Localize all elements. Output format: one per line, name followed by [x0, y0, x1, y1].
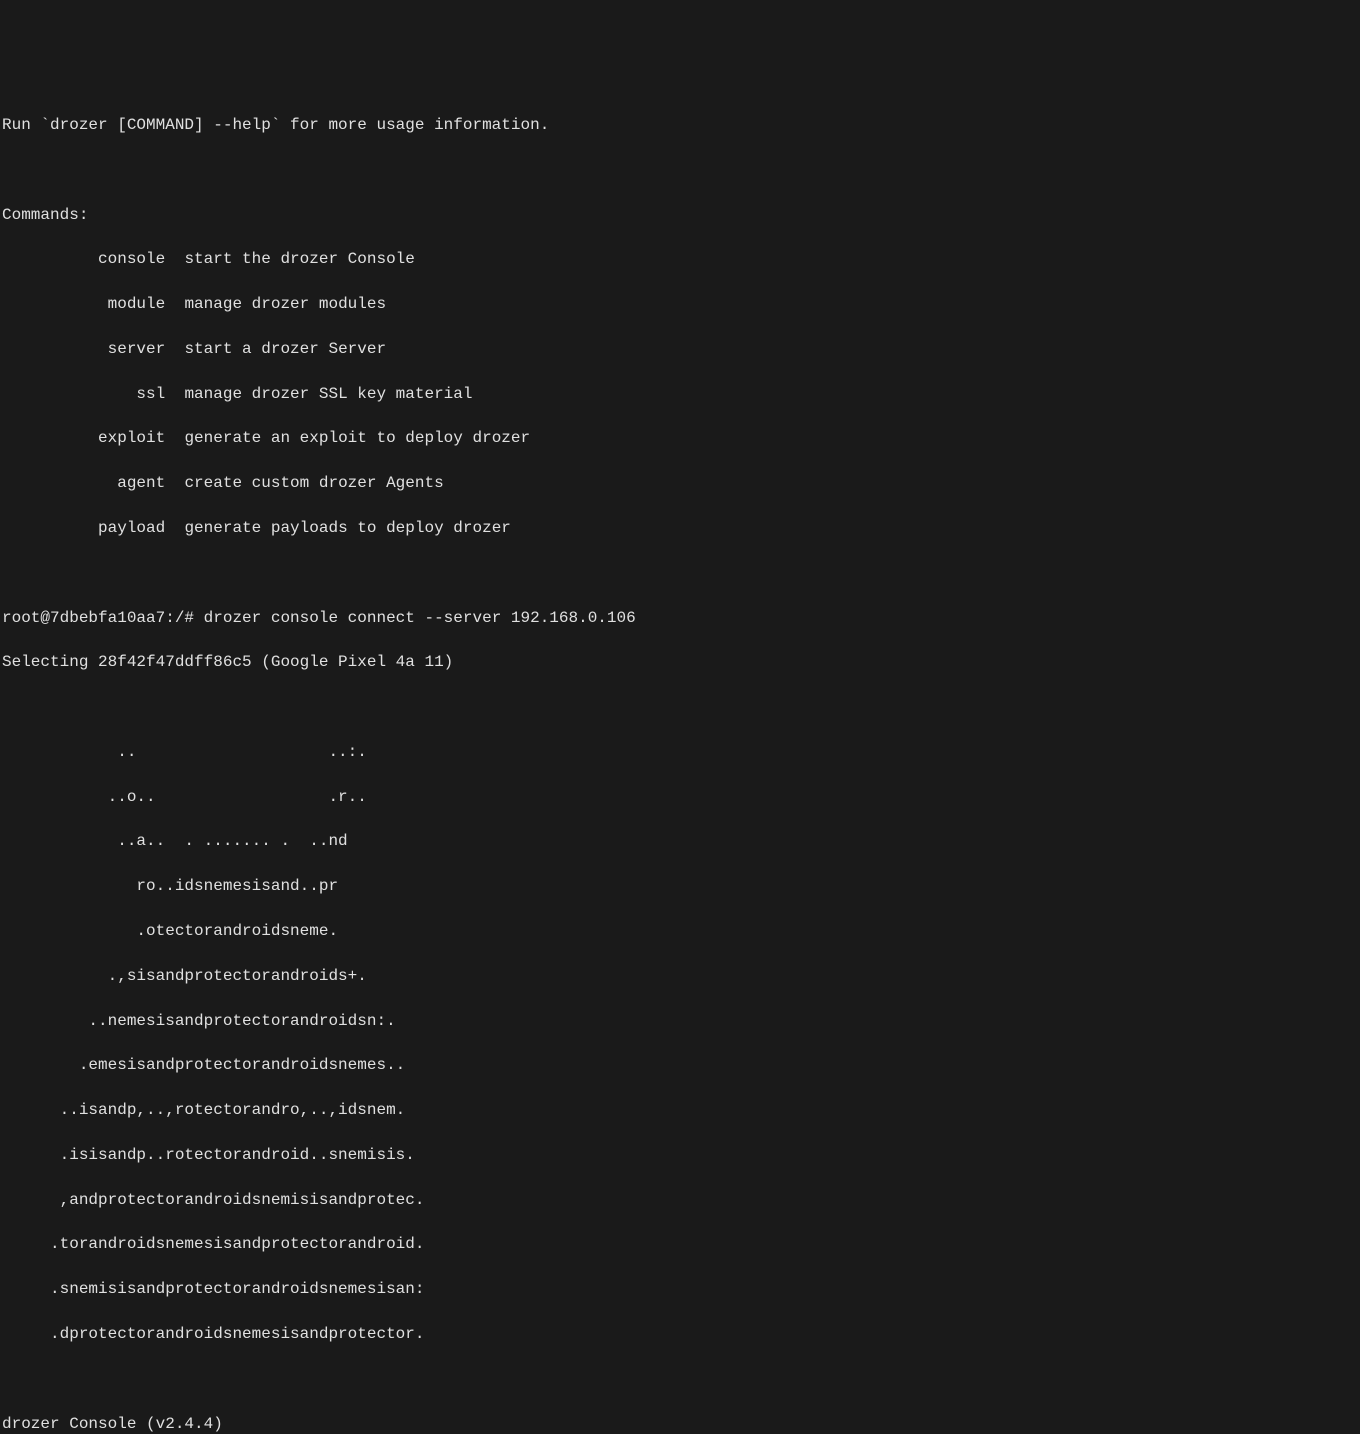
- command-row-module: module manage drozer modules: [2, 293, 1358, 315]
- ascii-art-line: ..o.. .r..: [2, 786, 1358, 808]
- cmd-name: exploit: [2, 429, 165, 447]
- cmd-name: ssl: [2, 385, 165, 403]
- command-row-payload: payload generate payloads to deploy droz…: [2, 517, 1358, 539]
- blank-line: [2, 696, 1358, 718]
- cmd-name: console: [2, 250, 165, 268]
- entered-command: drozer console connect --server 192.168.…: [204, 609, 636, 627]
- help-hint: Run `drozer [COMMAND] --help` for more u…: [2, 114, 1358, 136]
- blank-line: [2, 562, 1358, 584]
- command-row-console: console start the drozer Console: [2, 248, 1358, 270]
- ascii-art-line: .snemisisandprotectorandroidsnemesisan:: [2, 1278, 1358, 1300]
- command-row-exploit: exploit generate an exploit to deploy dr…: [2, 427, 1358, 449]
- cmd-desc: start a drozer Server: [184, 340, 386, 358]
- ascii-art-line: .. ..:.: [2, 741, 1358, 763]
- ascii-art-line: .isisandp..rotectorandroid..snemisis.: [2, 1144, 1358, 1166]
- cmd-name: module: [2, 295, 165, 313]
- terminal-output[interactable]: Run `drozer [COMMAND] --help` for more u…: [2, 92, 1358, 1434]
- cmd-desc: manage drozer SSL key material: [184, 385, 472, 403]
- ascii-art-line: .otectorandroidsneme.: [2, 920, 1358, 942]
- blank-line: [2, 159, 1358, 181]
- commands-header: Commands:: [2, 204, 1358, 226]
- cmd-name: payload: [2, 519, 165, 537]
- ascii-art-line: .emesisandprotectorandroidsnemes..: [2, 1054, 1358, 1076]
- ascii-art-line: ,andprotectorandroidsnemisisandprotec.: [2, 1189, 1358, 1211]
- ascii-art-line: ro..idsnemesisand..pr: [2, 875, 1358, 897]
- cmd-desc: manage drozer modules: [184, 295, 386, 313]
- cmd-name: agent: [2, 474, 165, 492]
- cmd-name: server: [2, 340, 165, 358]
- command-row-ssl: ssl manage drozer SSL key material: [2, 383, 1358, 405]
- shell-prompt-line: root@7dbebfa10aa7:/# drozer console conn…: [2, 607, 1358, 629]
- console-version: drozer Console (v2.4.4): [2, 1413, 1358, 1434]
- blank-line: [2, 1368, 1358, 1390]
- ascii-art-line: .dprotectorandroidsnemesisandprotector.: [2, 1323, 1358, 1345]
- ascii-art-line: .torandroidsnemesisandprotectorandroid.: [2, 1233, 1358, 1255]
- shell-prompt: root@7dbebfa10aa7:/#: [2, 609, 194, 627]
- selecting-device: Selecting 28f42f47ddff86c5 (Google Pixel…: [2, 651, 1358, 673]
- ascii-art-line: ..a.. . ....... . ..nd: [2, 830, 1358, 852]
- command-row-server: server start a drozer Server: [2, 338, 1358, 360]
- cmd-desc: start the drozer Console: [184, 250, 414, 268]
- cmd-desc: create custom drozer Agents: [184, 474, 443, 492]
- cmd-desc: generate payloads to deploy drozer: [184, 519, 510, 537]
- ascii-art-line: ..nemesisandprotectorandroidsn:.: [2, 1010, 1358, 1032]
- ascii-art-line: .,sisandprotectorandroids+.: [2, 965, 1358, 987]
- ascii-art-line: ..isandp,..,rotectorandro,..,idsnem.: [2, 1099, 1358, 1121]
- command-row-agent: agent create custom drozer Agents: [2, 472, 1358, 494]
- cmd-desc: generate an exploit to deploy drozer: [184, 429, 530, 447]
